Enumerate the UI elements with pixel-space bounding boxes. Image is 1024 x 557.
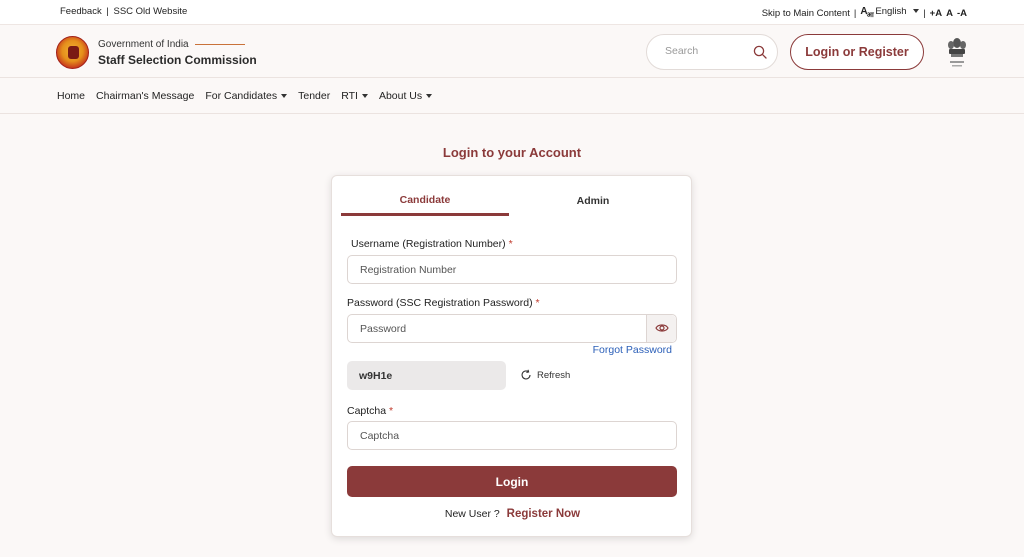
page-title: Login to your Account <box>442 145 582 160</box>
chevron-down-icon <box>361 94 368 98</box>
new-user-prompt: New User ? Register Now <box>332 508 693 520</box>
skip-to-main-link[interactable]: Skip to Main Content <box>762 8 850 19</box>
nav-item-tender[interactable]: Tender <box>298 90 330 102</box>
ssc-old-website-link[interactable]: SSC Old Website <box>113 6 187 17</box>
main-nav: Home Chairman's Message For Candidates T… <box>0 79 1024 114</box>
eye-icon <box>655 324 669 332</box>
login-register-button[interactable]: Login or Register <box>790 34 924 70</box>
commission-name: Staff Selection Commission <box>98 53 257 67</box>
nav-item-about-us[interactable]: About Us <box>379 90 433 102</box>
feedback-link[interactable]: Feedback <box>60 6 102 17</box>
captcha-input[interactable] <box>360 430 650 442</box>
nav-item-chairmans-message[interactable]: Chairman's Message <box>96 90 194 102</box>
password-field-wrapper <box>347 314 677 343</box>
site-header: Government of India Staff Selection Comm… <box>0 24 1024 78</box>
language-selector[interactable]: Aआ English <box>860 6 920 20</box>
chevron-down-icon <box>913 9 920 14</box>
language-label: English <box>875 6 907 17</box>
username-input[interactable] <box>360 264 650 276</box>
separator: | <box>106 6 109 17</box>
nav-item-for-candidates[interactable]: For Candidates <box>205 90 288 102</box>
font-decrease-button[interactable]: -A <box>957 8 967 19</box>
top-links: Feedback | SSC Old Website <box>60 6 187 17</box>
register-now-link[interactable]: Register Now <box>507 508 581 520</box>
nav-list: Home Chairman's Message For Candidates T… <box>57 90 443 102</box>
tab-admin[interactable]: Admin <box>509 186 677 216</box>
password-label: Password (SSC Registration Password) * <box>347 297 540 309</box>
chevron-down-icon <box>426 94 433 98</box>
login-button[interactable]: Login <box>347 466 677 497</box>
refresh-captcha-button[interactable]: Refresh <box>520 369 570 381</box>
font-increase-button[interactable]: +A <box>930 8 942 19</box>
new-user-label: New User ? <box>444 508 500 520</box>
search-box[interactable] <box>646 34 778 70</box>
search-input[interactable] <box>665 45 745 57</box>
nav-item-rti[interactable]: RTI <box>341 90 368 102</box>
captcha-field-wrapper <box>347 421 677 450</box>
separator: | <box>923 7 926 19</box>
org-title: Government of India Staff Selection Comm… <box>98 39 257 67</box>
font-normal-button[interactable]: A <box>946 8 953 19</box>
top-utility-bar: Feedback | SSC Old Website Skip to Main … <box>0 0 1024 24</box>
password-input[interactable] <box>360 323 610 335</box>
login-tabs: Candidate Admin <box>341 186 677 216</box>
forgot-password-link[interactable]: Forgot Password <box>593 344 672 356</box>
nav-item-home[interactable]: Home <box>57 90 85 102</box>
tab-candidate[interactable]: Candidate <box>341 186 509 216</box>
captcha-image: w9H1e <box>347 361 506 390</box>
captcha-label: Captcha * <box>347 405 394 417</box>
username-field-wrapper <box>347 255 677 284</box>
refresh-icon <box>521 369 531 380</box>
show-password-button[interactable] <box>646 315 676 342</box>
separator: | <box>853 7 857 19</box>
login-card: Candidate Admin Username (Registration N… <box>331 175 692 537</box>
ssc-logo[interactable] <box>56 36 89 69</box>
government-label: Government of India <box>98 39 257 50</box>
search-icon[interactable] <box>753 45 767 59</box>
chevron-down-icon <box>281 94 288 98</box>
username-label: Username (Registration Number) * <box>351 238 513 250</box>
accessibility-controls: Skip to Main Content | Aआ English | +A A… <box>762 6 967 20</box>
language-icon: Aआ <box>860 6 873 19</box>
national-emblem-icon <box>948 38 966 67</box>
